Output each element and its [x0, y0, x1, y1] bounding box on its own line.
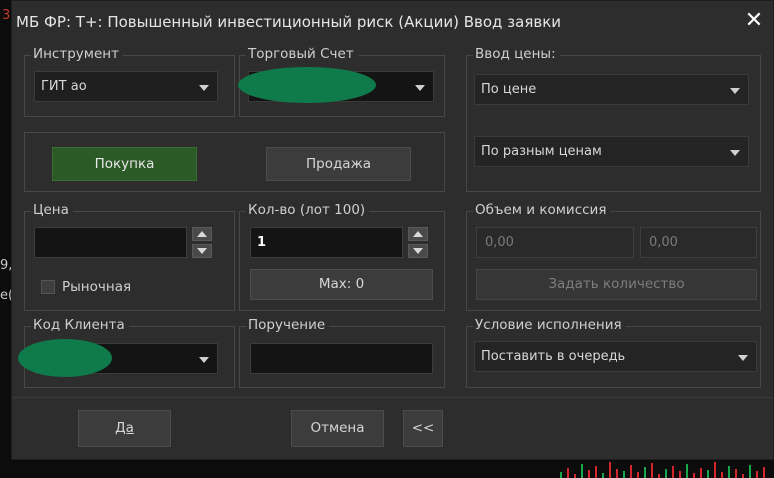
background-chart-bar [595, 466, 597, 478]
market-order-checkbox[interactable] [41, 280, 55, 294]
background-mark: 3 [2, 8, 11, 23]
background-chart-bar [672, 466, 674, 478]
background-chart-bar [637, 472, 639, 478]
quantity-down-button[interactable] [408, 244, 428, 258]
price-stepper[interactable] [192, 227, 212, 258]
background-chart-bar [763, 467, 765, 478]
price-up-button[interactable] [192, 227, 212, 241]
close-icon: ✕ [744, 8, 764, 33]
market-order-label: Рыночная [62, 279, 132, 295]
instrument-select[interactable]: ГИТ ао [34, 71, 218, 102]
volume-label: Объем и комиссия [473, 202, 611, 218]
price-group [24, 211, 235, 311]
background-chart-bar [707, 470, 709, 478]
background-chart-bar [644, 467, 646, 478]
max-quantity-button[interactable]: Max: 0 [250, 269, 433, 300]
buy-button[interactable]: Покупка [52, 147, 197, 181]
dialog-title: МБ ФР: T+: Повышенный инвестиционный рис… [16, 13, 562, 31]
chevron-down-icon [415, 85, 425, 91]
arrow-up-icon [413, 231, 423, 237]
background-chart [560, 460, 774, 478]
arrow-down-icon [413, 248, 423, 254]
execution-value: Поставить в очередь [481, 349, 626, 364]
instrument-value: ГИТ ао [41, 79, 87, 94]
arrow-up-icon [197, 231, 207, 237]
close-button[interactable]: ✕ [740, 7, 768, 35]
chevron-down-icon [199, 85, 209, 91]
cancel-button[interactable]: Отмена [291, 410, 384, 447]
background-chart-bar [700, 468, 702, 478]
background-chart-bar [574, 474, 576, 478]
multi-price-value: По разным ценам [481, 144, 602, 159]
background-chart-bar [616, 469, 618, 478]
quantity-value: 1 [257, 235, 267, 250]
background-chart-bar [588, 470, 590, 478]
account-label: Торговый Счет [246, 46, 358, 62]
chevron-down-icon [199, 357, 209, 363]
redacted-client [18, 339, 112, 377]
chevron-down-icon [730, 88, 740, 94]
chevron-down-icon [730, 150, 740, 156]
background-chart-bar [665, 469, 667, 478]
price-mode-value: По цене [481, 82, 537, 97]
client-label: Код Клиента [31, 317, 129, 333]
multi-price-select[interactable]: По разным ценам [474, 136, 749, 167]
price-input-label: Ввод цены: [473, 46, 560, 62]
background-chart-bar [609, 462, 611, 478]
ok-button[interactable]: Да [78, 410, 171, 447]
cancel-button-label: Отмена [310, 420, 365, 436]
background-chart-bar [560, 472, 562, 478]
quantity-up-button[interactable] [408, 227, 428, 241]
commission-value: 0,00 [649, 235, 678, 250]
background-chart-bar [749, 465, 751, 478]
background-chart-bar [714, 462, 716, 478]
background-chart-bar [756, 471, 758, 478]
footer-divider [12, 397, 773, 398]
background-chart-bar [567, 468, 569, 478]
background-chart-bar [658, 474, 660, 478]
background-chart-bar [630, 465, 632, 478]
background-chart-bar [721, 472, 723, 478]
background-chart-bar [581, 464, 583, 478]
title-bar[interactable]: МБ ФР: T+: Повышенный инвестиционный рис… [12, 1, 773, 43]
ok-button-label: Да [115, 420, 134, 436]
quantity-stepper[interactable] [408, 227, 428, 258]
background-chart-bar [735, 469, 737, 478]
volume-field: 0,00 [476, 227, 634, 258]
set-quantity-button[interactable]: Задать количество [476, 269, 757, 300]
order-entry-dialog: МБ ФР: T+: Повышенный инвестиционный рис… [11, 0, 774, 460]
redacted-account [238, 67, 376, 103]
execution-select[interactable]: Поставить в очередь [474, 341, 757, 372]
price-label: Цена [31, 202, 73, 218]
price-down-button[interactable] [192, 244, 212, 258]
background-chart-bar [742, 474, 744, 478]
price-input[interactable] [34, 227, 187, 258]
background-chart-bar [602, 473, 604, 478]
sell-button[interactable]: Продажа [266, 147, 411, 181]
background-chart-bar [686, 464, 688, 478]
arrow-down-icon [197, 248, 207, 254]
collapse-button[interactable]: << [403, 410, 443, 447]
execution-label: Условие исполнения [473, 317, 626, 333]
background-chart-bar [679, 471, 681, 478]
quantity-label: Кол-во (лот 100) [246, 202, 370, 218]
background-chart-bar [693, 473, 695, 478]
background-chart-bar [623, 471, 625, 478]
instrument-label: Инструмент [31, 46, 123, 62]
price-mode-select[interactable]: По цене [474, 74, 749, 105]
background-chart-bar [651, 463, 653, 478]
commission-field: 0,00 [640, 227, 757, 258]
order-note-input[interactable] [250, 343, 433, 374]
background-chart-bar [728, 466, 730, 478]
quantity-input[interactable]: 1 [250, 227, 403, 258]
volume-value: 0,00 [485, 235, 514, 250]
order-note-label: Поручение [246, 317, 330, 333]
chevron-down-icon [738, 355, 748, 361]
